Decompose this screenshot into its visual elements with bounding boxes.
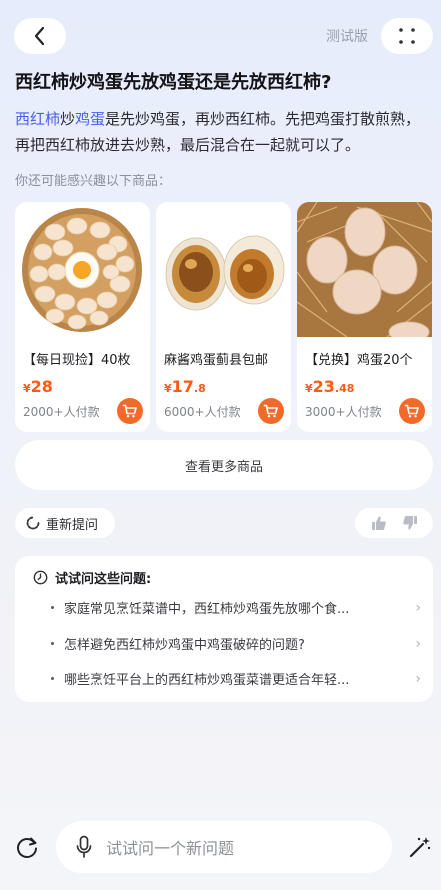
composer-bar: 试试问一个新问题 [0,808,441,890]
product-sold-count: 3000+人付款 [305,405,382,419]
suggestions-header: 试试问这些问题: [33,568,151,587]
regenerate-button[interactable]: 重新提问 [15,508,115,538]
add-to-cart-button[interactable] [117,398,143,424]
test-version-label: 测试版 [326,29,368,45]
magic-wand-icon[interactable] [408,835,432,859]
product-list: 【每日现捡】40枚 ¥28 2000+人付款 麻酱鸡蛋蓟县包邮 ¥17.8 60… [15,202,435,432]
bullet [51,606,54,609]
recommend-label: 你还可能感兴趣以下商品： [15,174,172,189]
product-price: ¥17.8 [164,377,206,396]
mic-icon[interactable] [76,835,92,859]
chevron-right-icon: › [415,599,421,616]
clock-icon [33,570,48,585]
product-price: ¥28 [23,377,53,396]
view-more-products-button[interactable]: 查看更多商品 [15,440,433,490]
answer-link-egg[interactable]: 鸡蛋 [75,110,105,128]
regenerate-label: 重新提问 [46,517,99,533]
answer-text-fragment: 炒 [60,110,76,128]
suggested-question-text: 怎样避免西红柿炒鸡蛋中鸡蛋破碎的问题? [64,638,305,653]
feedback-group [355,508,433,538]
cart-icon [122,404,137,418]
chevron-right-icon: › [415,670,421,687]
thumb-up-icon[interactable] [371,515,387,531]
answer-text: 西红柿炒鸡蛋是先炒鸡蛋，再炒西红柿。先把鸡蛋打散煎熟，再把西红柿放进去炒熟，最后… [15,106,427,158]
cart-icon [404,404,419,418]
suggestions-title: 试试问这些问题: [55,572,152,587]
product-card[interactable]: 【每日现捡】40枚 ¥28 2000+人付款 [15,202,150,432]
chevron-right-icon: › [415,635,421,652]
suggested-question[interactable]: 家庭常见烹饪菜谱中，西红柿炒鸡蛋先放哪个食... › [51,598,421,617]
product-image-salted-eggs [156,202,291,337]
product-image-eggs-on-straw [297,202,432,337]
answer-link-tomato[interactable]: 西红柿 [15,110,60,128]
product-price: ¥23.48 [305,377,355,396]
product-sold-count: 6000+人付款 [164,405,241,419]
bullet [51,642,54,645]
thumb-down-icon[interactable] [402,515,418,531]
top-bar: 测试版 [0,0,441,70]
product-name: 麻酱鸡蛋蓟县包邮 [164,353,269,368]
add-to-cart-button[interactable] [399,398,425,424]
cart-icon [263,404,278,418]
product-card[interactable]: 【兑换】鸡蛋20个 ¥23.48 3000+人付款 [297,202,432,432]
back-arrow-icon [34,26,45,46]
bullet [51,677,54,680]
product-name: 【每日现捡】40枚 [23,353,131,368]
product-name: 【兑换】鸡蛋20个 [305,353,413,368]
suggested-question-text: 家庭常见烹饪菜谱中，西红柿炒鸡蛋先放哪个食... [64,602,350,617]
question-input[interactable]: 试试问一个新问题 [56,821,392,873]
suggested-question[interactable]: 怎样避免西红柿炒鸡蛋中鸡蛋破碎的问题? › [51,634,421,653]
add-to-cart-button[interactable] [258,398,284,424]
back-button[interactable] [14,18,66,54]
product-sold-count: 2000+人付款 [23,405,100,419]
suggested-question[interactable]: 哪些烹饪平台上的西红柿炒鸡蛋菜谱更适合年轻... › [51,669,421,688]
new-chat-icon[interactable] [14,835,40,861]
suggested-questions: 试试问这些问题: 家庭常见烹饪菜谱中，西红柿炒鸡蛋先放哪个食... › 怎样避免… [15,556,433,702]
question-title: 西红柿炒鸡蛋先放鸡蛋还是先放西红柿? [15,72,332,93]
dots-grid-icon [399,28,415,44]
suggested-question-text: 哪些烹饪平台上的西红柿炒鸡蛋菜谱更适合年轻... [64,673,350,688]
more-button[interactable] [381,18,433,54]
input-placeholder: 试试问一个新问题 [106,839,235,858]
product-image-basket-eggs [15,202,150,337]
refresh-icon [26,516,40,530]
product-card[interactable]: 麻酱鸡蛋蓟县包邮 ¥17.8 6000+人付款 [156,202,291,432]
